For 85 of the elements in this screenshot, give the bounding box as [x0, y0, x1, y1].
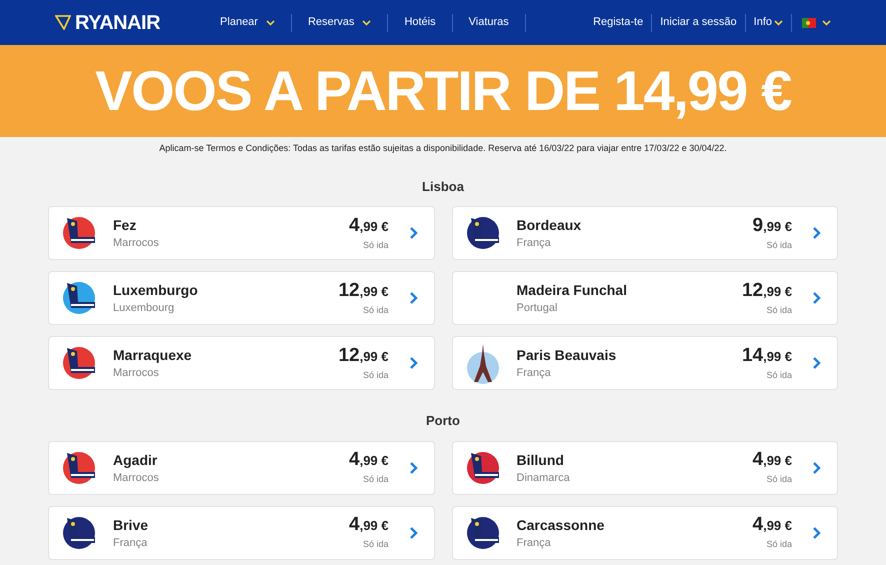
destination-country: França: [516, 536, 552, 550]
fare-price: 4,99 €: [349, 448, 388, 472]
destination-city: Marraquexe: [113, 346, 193, 365]
chevron-right-icon: [408, 226, 418, 240]
airplane-tail-icon: [61, 450, 97, 486]
nav-link[interactable]: Reservas: [292, 14, 388, 32]
fare-card[interactable]: Fez Marrocos 4,99 € Só ida: [48, 206, 434, 260]
portugal-flag-icon: [802, 18, 816, 28]
destination-country: Portugal: [516, 301, 558, 316]
destination-country: Marrocos: [113, 470, 160, 486]
fare-note: Só ida: [766, 304, 792, 317]
fare-note: Só ida: [766, 238, 792, 252]
airplane-tail-icon: [464, 215, 500, 251]
airplane-tail-icon: [61, 280, 97, 316]
destination-city: Brive: [113, 516, 150, 534]
destination-city: Madeira Funchal: [516, 281, 628, 300]
chevron-down-icon: [822, 20, 831, 26]
section-title: Porto: [425, 412, 461, 430]
chevron-down-icon: [362, 20, 372, 26]
fare-price: 9,99 €: [752, 214, 792, 238]
fare-note: Só ida: [362, 538, 388, 552]
fare-card[interactable]: Luxemburgo Luxembourg 12,99 € Só ida: [48, 271, 434, 325]
chevron-right-icon: [408, 460, 418, 474]
destination-city: Carcassonne: [516, 516, 606, 534]
section-title: Lisboa: [421, 178, 465, 196]
terms-text: Aplicam-se Termos e Condições: Todas as tarifas estão sujeitas a disponibilidade. Reserva até 16/03/22 para viajar entre 17/03/22 e 30/04/22.: [158, 142, 728, 155]
destination-country: Dinamarca: [516, 470, 571, 486]
nav-link[interactable]: Viaturas: [452, 14, 526, 32]
fare-note: Só ida: [362, 238, 388, 252]
fare-note: Só ida: [362, 304, 388, 317]
chevron-right-icon: [812, 291, 821, 305]
fare-note: Só ida: [362, 473, 388, 486]
banner-headline: VOOS A PARTIR DE 14,99 €: [95, 63, 791, 119]
chevron-right-icon: [408, 356, 418, 370]
fare-note: Só ida: [362, 368, 388, 382]
airplane-tail-icon: [61, 215, 97, 251]
destination-country: Luxembourg: [113, 301, 176, 316]
destination-country: França: [516, 236, 552, 251]
destination-city: Paris Beauvais: [516, 346, 618, 365]
destination-city: Agadir: [113, 450, 158, 470]
destination-country: França: [516, 366, 552, 381]
chevron-right-icon: [408, 291, 418, 305]
fare-card[interactable]: Agadir Marrocos 4,99 € Só ida: [48, 440, 434, 494]
nav-link[interactable]: Hotéis: [388, 14, 453, 32]
nav-link[interactable]: Planear: [204, 14, 292, 32]
fare-price: 4,99 €: [752, 448, 792, 472]
destination-city: Bordeaux: [516, 216, 582, 235]
fare-card[interactable]: Billund Dinamarca 4,99 € Só ida: [452, 440, 838, 494]
destination-city: Fez: [113, 216, 138, 235]
destination-country: Marrocos: [113, 366, 160, 381]
destination-city: Luxemburgo: [113, 281, 199, 300]
fare-price: 12,99 €: [338, 344, 388, 368]
destination-country: França: [113, 536, 148, 550]
fare-card[interactable]: Brive França 4,99 € Só ida: [48, 506, 434, 560]
chevron-right-icon: [812, 356, 821, 370]
fare-price: 4,99 €: [349, 513, 388, 538]
airplane-tail-icon: [464, 450, 500, 486]
fare-note: Só ida: [766, 473, 792, 486]
destination-country: Marrocos: [113, 236, 160, 251]
fare-price: 4,99 €: [349, 214, 388, 238]
fare-price: 4,99 €: [752, 513, 792, 538]
fare-price: 12,99 €: [742, 278, 792, 303]
chevron-right-icon: [812, 226, 821, 240]
fare-card[interactable]: Paris Beauvais França 14,99 € Só ida: [452, 336, 838, 390]
brand-logo[interactable]: RYANAIR: [75, 8, 160, 38]
chevron-right-icon: [812, 460, 821, 474]
airplane-tail-icon: [464, 514, 500, 550]
chevron-right-icon: [812, 526, 821, 540]
fare-card[interactable]: Madeira Funchal Portugal 12,99 € Só ida: [452, 271, 838, 325]
airplane-tail-icon: [61, 514, 97, 550]
fare-card[interactable]: Bordeaux França 9,99 € Só ida: [452, 206, 838, 260]
airplane-tail-icon: [61, 345, 97, 381]
fare-price: 12,99 €: [338, 278, 388, 303]
chevron-right-icon: [408, 526, 418, 540]
fare-card[interactable]: Carcassonne França 4,99 € Só ida: [452, 506, 838, 560]
fare-card[interactable]: Marraquexe Marrocos 12,99 € Só ida: [48, 336, 434, 390]
fare-note: Só ida: [766, 368, 792, 382]
fare-note: Só ida: [766, 538, 792, 552]
destination-city: Billund: [516, 450, 565, 470]
account-link[interactable]: Info: [746, 14, 792, 32]
account-link[interactable]: Regista-te: [585, 14, 652, 32]
account-link[interactable]: Iniciar a sessão: [652, 14, 746, 32]
fare-price: 14,99 €: [742, 344, 792, 368]
chevron-down-icon: [774, 20, 783, 26]
chevron-down-icon: [266, 20, 275, 26]
